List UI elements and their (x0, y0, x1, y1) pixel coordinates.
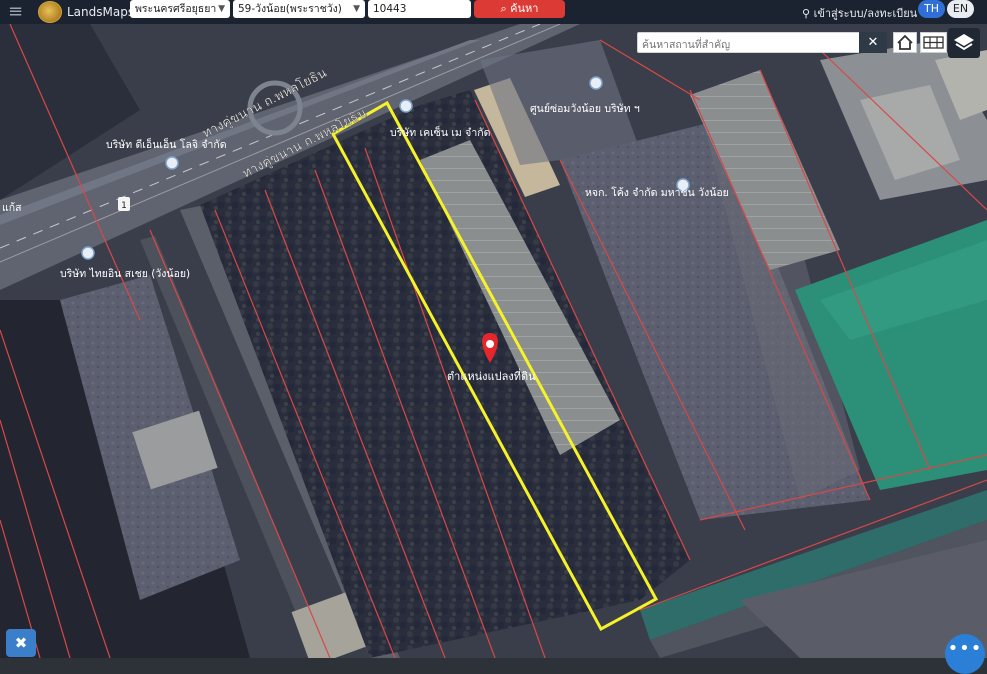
chevron-down-icon: ▼ (218, 4, 225, 14)
landmark-search-box (637, 32, 887, 56)
place-label: บริษัท ดีเอ็นเอ็น โลจิ จำกัด (106, 137, 227, 151)
province-select[interactable]: พระนครศรีอยุธยา ▼ (130, 0, 230, 18)
province-value: พระนครศรีอยุธยา (135, 3, 217, 15)
district-value: 59-วังน้อย(พระราชวัง) (238, 3, 342, 15)
chat-button[interactable]: ••• (945, 634, 985, 674)
user-icon: ⚲ (802, 7, 811, 20)
landmark-search-input[interactable] (638, 34, 854, 56)
search-icon: ⌕ (500, 2, 507, 15)
place-label: แก้ส (2, 202, 22, 214)
close-icon[interactable]: ✕ (859, 32, 887, 53)
login-link[interactable]: ⚲ เข้าสู่ระบบ/ลงทะเบียน (802, 4, 917, 22)
top-bar: ≡ LandsMaps พระนครศรีอยุธยา ▼ 59-วังน้อย… (0, 0, 987, 24)
marker-label: ตำแหน่งแปลงที่ดิน (447, 368, 536, 383)
place-label: ศูนย์ซ่อมวังน้อย บริษัท ฯ (530, 102, 640, 115)
menu-icon[interactable]: ≡ (8, 3, 30, 21)
home-icon (897, 34, 913, 50)
layers-button[interactable] (948, 28, 980, 58)
place-label: บริษัท เคเซ็น เม จำกัด (390, 125, 490, 139)
chevron-down-icon: ▼ (353, 4, 360, 14)
lang-th-toggle[interactable]: TH (918, 0, 945, 18)
grid-toggle-button[interactable] (920, 32, 947, 53)
route-shield-label: 1 (121, 201, 127, 211)
place-label: บริษัท ไทยอิน สเชย (วังน้อย) (60, 267, 190, 280)
parcel-number-input[interactable]: 10443 (368, 0, 471, 18)
lang-en-toggle[interactable]: EN (947, 0, 974, 18)
tools-button[interactable]: ✖ (6, 629, 36, 657)
home-button[interactable] (893, 32, 917, 53)
district-select[interactable]: 59-วังน้อย(พระราชวัง) ▼ (233, 0, 365, 18)
grid-icon (923, 36, 944, 49)
wrench-icon: ✖ (14, 634, 28, 652)
search-button[interactable]: ⌕ ค้นหา (474, 0, 565, 18)
place-label: หจก. โค้ง จำกัด มหาชน วังน้อย (585, 186, 729, 199)
satellite-map[interactable]: 1 ทางคู่ขนาน ถ.พหลโยธิน ทางคู่ขนาน ถ.พหล… (0, 24, 987, 658)
chat-icon: ••• (947, 638, 983, 659)
search-button-label: ค้นหา (510, 2, 539, 15)
login-label: เข้าสู่ระบบ/ลงทะเบียน (813, 7, 918, 20)
brand-name: LandsMaps (67, 5, 135, 19)
landsmaps-logo (38, 1, 62, 23)
map-canvas: 1 ทางคู่ขนาน ถ.พหลโยธิน ทางคู่ขนาน ถ.พหล… (0, 24, 987, 658)
layers-icon (954, 34, 974, 51)
parcel-number-value: 10443 (373, 3, 407, 15)
